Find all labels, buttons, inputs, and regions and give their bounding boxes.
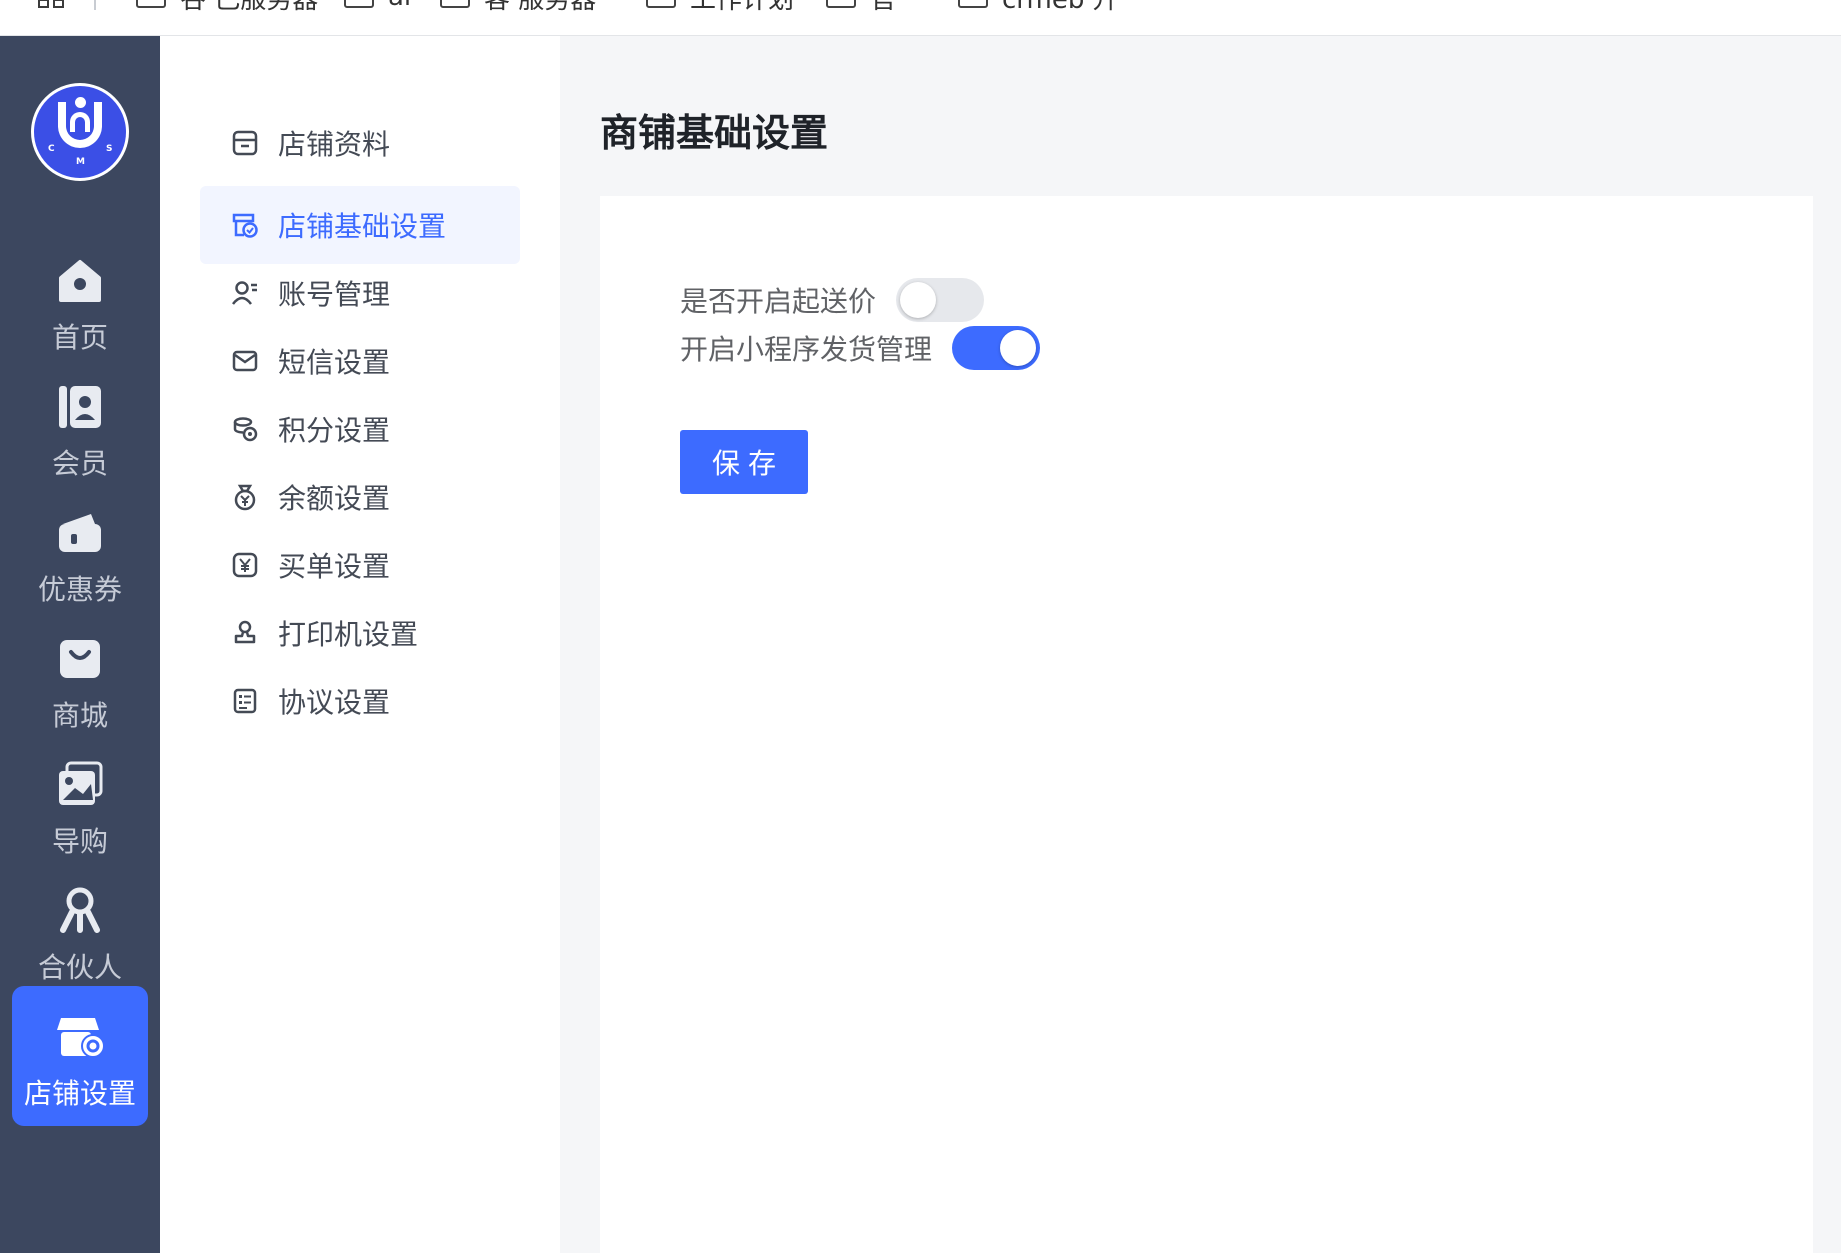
toggle-knob [900, 282, 937, 318]
toggle-knob [1000, 330, 1037, 366]
logo-mark: C M S [34, 86, 126, 178]
min-order-setting-row: 是否开启起送价 [680, 278, 985, 322]
submenu-item-store-basic[interactable]: 店铺基础设置 [200, 186, 520, 264]
mail-icon [230, 346, 260, 376]
store-info-icon [230, 128, 260, 158]
submenu-item-agreement[interactable]: 协议设置 [200, 662, 520, 740]
sidebar-item-label: 店铺设置 [23, 1077, 136, 1110]
bookmark-bar: 谷 己服务器 ai 客 服务器 工作计划 官 crmeb 升 [0, 0, 1841, 36]
folder-icon [958, 0, 988, 8]
sidebar-item-guide[interactable]: 导购 [0, 760, 160, 880]
folder-icon [440, 0, 470, 8]
app-logo[interactable]: C M S [31, 83, 129, 181]
member-book-icon [55, 382, 105, 432]
min-order-toggle[interactable] [896, 278, 985, 322]
balance-icon [230, 482, 260, 512]
bookmark-item[interactable]: 客 服务器 [440, 0, 596, 15]
bookmark-separator [94, 0, 96, 10]
logo-letter: M [76, 157, 85, 167]
folder-icon [344, 0, 374, 8]
bookmark-item[interactable]: 谷 己服务器 [136, 0, 318, 15]
document-list-icon [230, 686, 260, 716]
main-sidebar: C M S 首页 会员 优惠券 商城 导购 合伙人 店铺设置 [0, 36, 160, 1253]
submenu-item-account[interactable]: 账号管理 [200, 254, 520, 332]
submenu-item-store-info[interactable]: 店铺资料 [200, 104, 520, 182]
shipping-management-label: 开启小程序发货管理 [680, 333, 933, 366]
bookmark-item[interactable]: crmeb 升 [958, 0, 1119, 15]
bookmark-item[interactable]: 官 [826, 0, 896, 15]
bookmark-item[interactable]: 工作计划 [646, 0, 794, 15]
sidebar-item-home[interactable]: 首页 [0, 256, 160, 376]
folder-icon [136, 0, 166, 8]
save-button[interactable]: 保存 [680, 430, 808, 494]
sidebar-item-store-settings[interactable]: 店铺设置 [12, 986, 148, 1126]
sidebar-item-label: 商城 [51, 699, 108, 732]
submenu-item-sms[interactable]: 短信设置 [200, 322, 520, 400]
sidebar-item-mall[interactable]: 商城 [0, 634, 160, 754]
settings-submenu: 店铺资料 店铺基础设置 账号管理 短信设置 积分设置 余额设置 买单设置 打印机… [160, 36, 560, 1253]
store-basic-icon [230, 210, 260, 240]
logo-letter: S [106, 144, 113, 154]
sidebar-item-label: 优惠券 [37, 573, 122, 606]
folder-icon [826, 0, 856, 8]
store-settings-icon [55, 1012, 105, 1062]
submenu-item-points[interactable]: 积分设置 [200, 390, 520, 468]
apps-grid-icon[interactable] [38, 0, 66, 8]
sidebar-item-label: 导购 [51, 825, 108, 858]
sidebar-item-label: 首页 [51, 321, 108, 354]
folder-icon [646, 0, 676, 8]
shipping-management-toggle[interactable] [952, 326, 1041, 370]
shipping-management-setting-row: 开启小程序发货管理 [680, 326, 1041, 370]
page-title: 商铺基础设置 [600, 111, 829, 155]
gallery-icon [55, 760, 105, 810]
partners-icon [55, 886, 105, 936]
points-icon [230, 414, 260, 444]
shopping-bag-icon [55, 634, 105, 684]
sidebar-item-member[interactable]: 会员 [0, 382, 160, 502]
account-icon [230, 278, 260, 308]
coupon-wallet-icon [55, 508, 105, 558]
stamp-icon [230, 618, 260, 648]
min-order-label: 是否开启起送价 [680, 285, 877, 318]
submenu-item-balance[interactable]: 余额设置 [200, 458, 520, 536]
sidebar-item-coupon[interactable]: 优惠券 [0, 508, 160, 628]
settings-card: 是否开启起送价 开启小程序发货管理 保存 [600, 196, 1813, 1253]
logo-letter: C [48, 144, 55, 154]
sidebar-item-label: 会员 [51, 447, 108, 480]
bookmark-item[interactable]: ai [344, 0, 411, 12]
sidebar-item-label: 合伙人 [37, 951, 122, 984]
yen-icon [230, 550, 260, 580]
submenu-item-printer[interactable]: 打印机设置 [200, 594, 520, 672]
submenu-item-payment[interactable]: 买单设置 [200, 526, 520, 604]
home-icon [55, 256, 105, 306]
